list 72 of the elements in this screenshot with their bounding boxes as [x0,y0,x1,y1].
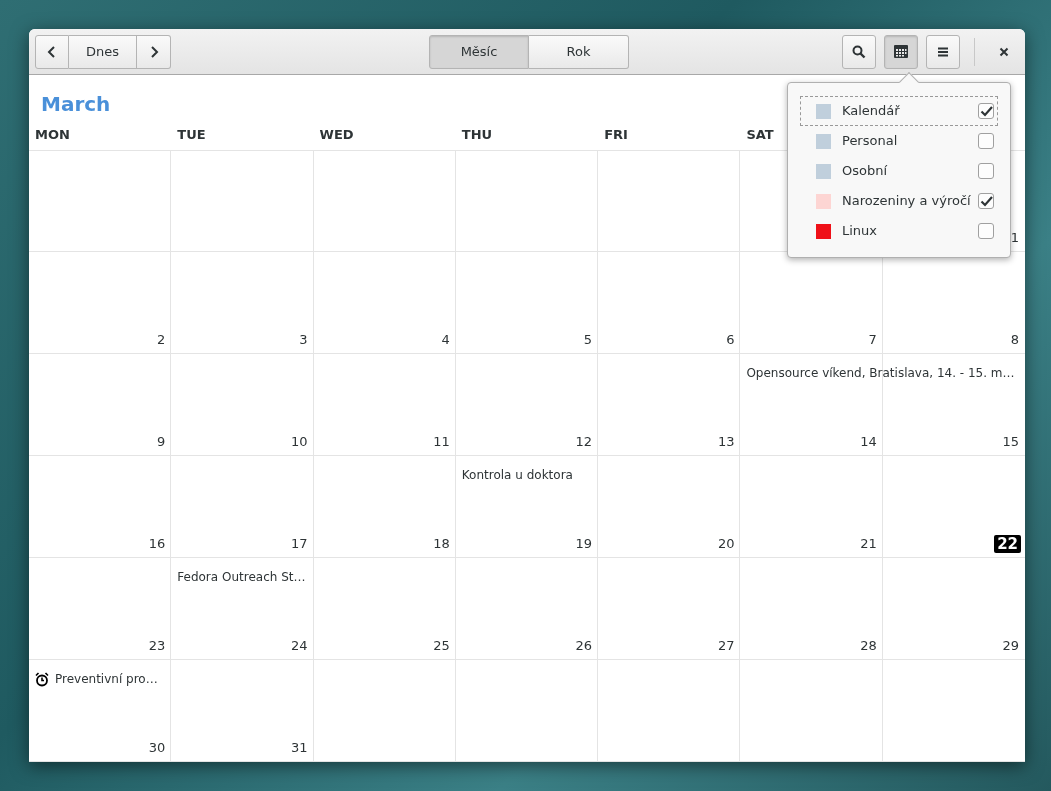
today-button[interactable]: Dnes [69,34,137,69]
day-number: 28 [860,637,877,656]
day-number: 29 [1002,637,1019,656]
day-number: 24 [291,637,308,656]
previous-button[interactable] [35,34,69,69]
calendar-name: Osobní [842,162,889,181]
day-number: 26 [575,637,593,656]
day-number: 18 [433,535,450,554]
day-number: 19 [575,535,593,554]
calendars-button[interactable] [884,34,918,69]
day-number: 14 [860,433,877,452]
day-number: 7 [868,331,877,350]
calendar-list-item[interactable]: Osobní [800,156,998,186]
day-number: 11 [433,433,450,452]
calendar-name: Kalendář [842,102,901,121]
day-number: 17 [291,535,308,554]
chevron-right-icon [148,45,159,58]
weekday-label: THU [461,126,493,144]
today-day-number: 22 [994,535,1021,554]
day-number: 4 [441,331,450,350]
day-number: 27 [717,637,735,656]
weekday-label: TUE [177,126,206,144]
day-number: 9 [157,433,166,452]
day-number: 2 [157,331,166,350]
weekday-label: WED [319,126,354,144]
view-tab[interactable]: Měsíc [429,34,529,69]
day-number: 20 [717,535,735,554]
day-number: 16 [148,535,166,554]
day-number: 8 [1010,331,1019,350]
next-button[interactable] [137,34,171,69]
calendar-name: Narozeniny a výročí [842,192,972,211]
calendar-list-item[interactable]: Linux [800,216,998,246]
view-tab[interactable]: Rok [529,34,629,69]
event-label[interactable]: Kontrola u doktora [455,466,579,485]
day-number: 6 [726,331,735,350]
day-number: 31 [291,739,308,757]
day-number: 10 [291,433,308,452]
day-number: 23 [148,637,166,656]
weekday-label: SAT [746,126,774,144]
checkbox[interactable] [978,193,994,209]
day-number: 1 [1010,229,1019,248]
month-title: March [41,91,111,118]
day-number: 12 [575,433,593,452]
menu-icon [937,46,949,57]
day-number: 3 [299,331,308,350]
day-number: 13 [717,433,735,452]
search-button[interactable] [842,34,876,69]
event-label[interactable]: Preventivní pro… [29,670,164,689]
day-number: 21 [860,535,877,554]
checkbox[interactable] [978,163,994,179]
day-number: 25 [433,637,450,656]
checkbox[interactable] [978,133,994,149]
calendar-list-item[interactable]: Kalendář [800,96,998,126]
checkbox[interactable] [978,223,994,239]
chevron-left-icon [47,45,57,58]
calendar-icon [894,45,908,58]
search-icon [852,44,866,59]
day-number: 5 [583,331,593,350]
alarm-clock-icon [35,671,49,687]
weekday-label: MON [35,126,70,144]
calendar-name: Linux [842,222,879,241]
event-label[interactable]: Fedora Outreach St… [171,568,312,587]
event-label[interactable]: Opensource víkend, Bratislava, 14. - 15. m… [740,364,1021,383]
weekday-label: FRI [604,126,628,144]
calendar-list-item[interactable]: Narozeniny a výročí [800,186,998,216]
checkbox[interactable] [978,103,994,119]
calendar-list-item[interactable]: Personal [800,126,998,156]
menu-button[interactable] [926,34,960,69]
day-number: 15 [1002,433,1019,452]
close-icon [999,46,1009,57]
day-number: 30 [148,739,166,757]
calendar-name: Personal [842,132,899,151]
